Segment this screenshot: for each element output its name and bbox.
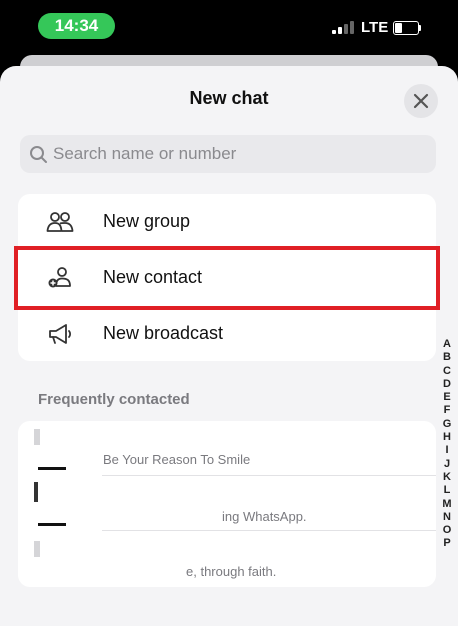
redacted-avatar	[34, 429, 40, 445]
status-time: 14:34	[38, 13, 115, 39]
index-letter-e[interactable]: E	[440, 391, 454, 404]
index-letter-n[interactable]: N	[440, 511, 454, 524]
network-label: LTE	[361, 19, 389, 36]
search-icon	[30, 146, 47, 163]
redacted-name	[38, 523, 66, 526]
index-letter-c[interactable]: C	[440, 365, 454, 378]
sheet-title: New chat	[189, 88, 269, 108]
index-letter-i[interactable]: I	[440, 444, 454, 457]
index-letter-m[interactable]: M	[440, 498, 454, 511]
index-letter-l[interactable]: L	[440, 484, 454, 497]
battery-icon	[393, 21, 421, 35]
new-group-label: New group	[103, 211, 191, 231]
frequent-contacts-list: Be Your Reason To Smile ing WhatsApp. e,…	[18, 421, 436, 587]
signal-icon	[332, 20, 356, 34]
index-letter-j[interactable]: J	[440, 458, 454, 471]
search-input[interactable]: Search name or number	[20, 135, 436, 173]
index-letter-o[interactable]: O	[440, 524, 454, 537]
contact-row[interactable]: e, through faith.	[18, 531, 436, 586]
close-icon	[413, 93, 429, 109]
close-button[interactable]	[404, 84, 438, 118]
index-letter-h[interactable]: H	[440, 431, 454, 444]
redacted-avatar	[34, 482, 38, 502]
index-letter-k[interactable]: K	[440, 471, 454, 484]
index-letter-f[interactable]: F	[440, 404, 454, 417]
redacted-name	[38, 467, 66, 470]
add-contact-icon	[48, 267, 71, 288]
redacted-avatar	[34, 541, 40, 557]
contact-row[interactable]: Be Your Reason To Smile	[18, 421, 436, 476]
index-letter-a[interactable]: A	[440, 338, 454, 351]
frequently-contacted-heading: Frequently contacted	[38, 391, 190, 408]
index-letter-b[interactable]: B	[440, 351, 454, 364]
contact-status: ing WhatsApp.	[222, 509, 307, 524]
megaphone-icon	[49, 324, 72, 344]
new-contact-label: New contact	[103, 267, 203, 287]
index-letter-d[interactable]: D	[440, 378, 454, 391]
alphabet-index[interactable]: ABCDEFGHIJKLMNOP	[440, 338, 454, 551]
new-contact-button[interactable]: New contact	[14, 246, 440, 310]
contact-status: Be Your Reason To Smile	[103, 452, 251, 467]
index-letter-p[interactable]: P	[440, 537, 454, 550]
status-bar: 14:34 LTE	[0, 0, 458, 56]
index-letter-g[interactable]: G	[440, 418, 454, 431]
contact-status: e, through faith.	[186, 564, 277, 579]
new-group-button[interactable]: New group	[18, 194, 436, 250]
new-broadcast-button[interactable]: New broadcast	[18, 306, 436, 362]
search-placeholder: Search name or number	[53, 144, 237, 163]
group-icon	[46, 212, 74, 232]
new-chat-options: New group New contact New broadcast	[14, 194, 440, 362]
new-broadcast-label: New broadcast	[103, 323, 224, 343]
contact-row[interactable]: ing WhatsApp.	[18, 476, 436, 531]
